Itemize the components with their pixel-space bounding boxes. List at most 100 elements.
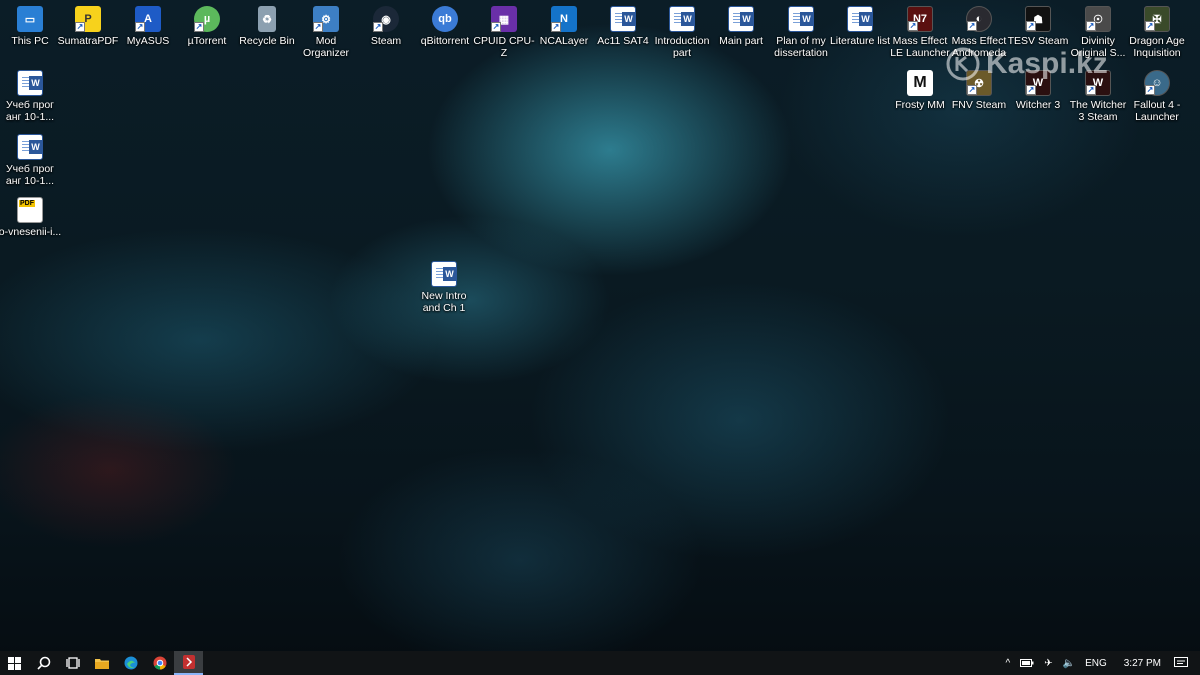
utorrent-icon: µ ↗: [194, 6, 220, 32]
divinity-icon: ☉ ↗: [1085, 6, 1111, 32]
desktop-icon-fnv-steam[interactable]: ☢ ↗ FNV Steam: [949, 66, 1009, 128]
icon-label: SumatraPDF: [57, 35, 119, 47]
steam-icon: ◉ ↗: [373, 6, 399, 32]
word-doc-icon: [847, 6, 873, 32]
desktop-icon-steam[interactable]: ◉ ↗ Steam: [356, 2, 416, 64]
system-tray: ^ ✈ 🔈 ENG 3:27 PM: [1001, 651, 1200, 675]
qbittorrent-icon: qb: [432, 6, 458, 32]
desktop-icon-ucheb-prog-2[interactable]: Учеб прог анг 10-1...: [0, 130, 60, 192]
icon-label: New Intro and Ch 1: [421, 290, 467, 314]
desktop-icon-utorrent[interactable]: µ ↗ µTorrent: [177, 2, 237, 64]
skyrim-icon: ☗ ↗: [1025, 6, 1051, 32]
mass-effect-le-icon: N7 ↗: [907, 6, 933, 32]
desktop-icon-dragon-age[interactable]: ✠ ↗ Dragon Age Inquisition: [1127, 2, 1187, 64]
word-doc-icon: [788, 6, 814, 32]
mod-organizer-icon: ⚙ ↗: [313, 6, 339, 32]
icon-label: TESV Steam: [1007, 35, 1069, 47]
mass-effect-andromeda-icon: ◐ ↗: [966, 6, 992, 32]
icon-label: NCALayer: [539, 35, 589, 47]
icon-label: Plan of my dissertation: [774, 35, 828, 59]
fallout4-icon: ☺ ↗: [1144, 70, 1170, 96]
witcher-icon: W ↗: [1085, 70, 1111, 96]
desktop-icon-ncalayer[interactable]: N ↗ NCALayer: [534, 2, 594, 64]
dragon-age-icon: ✠ ↗: [1144, 6, 1170, 32]
desktop-icon-this-pc[interactable]: ▭ This PC: [0, 2, 60, 64]
desktop-icon-sumatrapdf[interactable]: P ↗ SumatraPDF: [58, 2, 118, 64]
myasus-icon: A ↗: [135, 6, 161, 32]
desktop-icon-o-vnesenii[interactable]: o-vnesenii-i...: [0, 193, 62, 255]
icon-label: The Witcher 3 Steam: [1069, 99, 1127, 123]
icon-label: Steam: [370, 35, 402, 47]
word-doc-icon: [17, 134, 43, 160]
desktop-icon-cpuz[interactable]: ▦ ↗ CPUID CPU-Z: [473, 2, 535, 64]
desktop-icon-recycle-bin[interactable]: ♻ Recycle Bin: [237, 2, 297, 64]
network-icon[interactable]: ✈: [1044, 658, 1052, 669]
clock[interactable]: 3:27 PM: [1124, 658, 1161, 669]
icon-label: Divinity Original S...: [1070, 35, 1126, 59]
desktop-icon-mass-effect-le[interactable]: N7 ↗ Mass Effect LE Launcher: [890, 2, 950, 64]
desktop-icon-tesv-steam[interactable]: ☗ ↗ TESV Steam: [1008, 2, 1068, 64]
start-button[interactable]: [0, 651, 29, 675]
desktop-icon-myasus[interactable]: A ↗ MyASUS: [118, 2, 178, 64]
icon-label: Ac11 SAT4: [597, 35, 649, 47]
file-explorer-icon: [94, 659, 109, 669]
witcher-icon: W ↗: [1025, 70, 1051, 96]
icon-label: qBittorrent: [420, 35, 470, 47]
taskbar-chrome[interactable]: [145, 651, 174, 675]
task-view-button[interactable]: [58, 651, 87, 675]
edge-icon: [124, 656, 137, 670]
language-indicator[interactable]: ENG: [1085, 658, 1107, 669]
icon-label: Mass Effect Andromeda: [951, 35, 1007, 59]
task-view-icon: [65, 657, 80, 669]
icon-label: Учеб прог анг 10-1...: [5, 163, 55, 187]
word-doc-icon: [431, 261, 457, 287]
pdf-doc-icon: [17, 197, 43, 223]
desktop-icon-ucheb-prog-1[interactable]: Учеб прог анг 10-1...: [0, 66, 60, 128]
icon-label: Frosty MM: [895, 99, 945, 111]
battery-icon[interactable]: [1020, 659, 1034, 667]
search-button[interactable]: [29, 651, 58, 675]
chevron-up-icon[interactable]: ^: [1006, 658, 1011, 669]
ncalayer-icon: N ↗: [551, 6, 577, 32]
taskbar-file-explorer[interactable]: [87, 651, 116, 675]
desktop-icon-mod-organizer[interactable]: ⚙ ↗ Mod Organizer: [296, 2, 356, 64]
taskbar-active-app[interactable]: [174, 651, 203, 675]
icon-label: Main part: [719, 35, 763, 47]
desktop-icon-literature-list[interactable]: Literature list: [830, 2, 890, 64]
desktop-icon-ac11-sat4[interactable]: Ac11 SAT4: [593, 2, 653, 64]
icon-label: Fallout 4 - Launcher: [1133, 99, 1181, 123]
this-pc-icon: ▭: [17, 6, 43, 32]
desktop-icon-mass-effect-andromeda[interactable]: ◐ ↗ Mass Effect Andromeda: [949, 2, 1009, 64]
icon-label: MyASUS: [126, 35, 170, 47]
desktop-icon-main-part[interactable]: Main part: [711, 2, 771, 64]
word-doc-icon: [610, 6, 636, 32]
icon-label: This PC: [11, 35, 49, 47]
desktop-icon-witcher3[interactable]: W ↗ Witcher 3: [1008, 66, 1068, 128]
desktop-icon-new-intro[interactable]: New Intro and Ch 1: [414, 257, 474, 319]
fallout-nv-icon: ☢ ↗: [966, 70, 992, 96]
icon-label: o-vnesenii-i...: [0, 226, 62, 238]
notifications-icon[interactable]: [1174, 657, 1188, 669]
desktop-icon-divinity[interactable]: ☉ ↗ Divinity Original S...: [1068, 2, 1128, 64]
icon-label: Literature list: [829, 35, 891, 47]
search-icon: [36, 656, 50, 670]
icon-label: Introduction part: [654, 35, 710, 59]
app-icon: [182, 655, 195, 669]
desktop-icon-introduction-part[interactable]: Introduction part: [652, 2, 712, 64]
taskbar-edge[interactable]: [116, 651, 145, 675]
icon-label: Recycle Bin: [239, 35, 295, 47]
word-doc-icon: [728, 6, 754, 32]
icon-label: FNV Steam: [951, 99, 1007, 111]
icon-label: Witcher 3: [1015, 99, 1061, 111]
desktop[interactable]: ▭ This PC P ↗ SumatraPDF A ↗ MyASUS µ ↗ µTo…: [0, 0, 1200, 651]
taskbar: ^ ✈ 🔈 ENG 3:27 PM: [0, 651, 1200, 675]
desktop-icon-frosty-mm[interactable]: M Frosty MM: [890, 66, 950, 128]
desktop-icon-fallout4[interactable]: ☺ ↗ Fallout 4 - Launcher: [1127, 66, 1187, 128]
desktop-icon-plan-of-dissertation[interactable]: Plan of my dissertation: [771, 2, 831, 64]
icon-label: Dragon Age Inquisition: [1129, 35, 1185, 59]
icon-label: µTorrent: [187, 35, 227, 47]
volume-icon[interactable]: 🔈: [1063, 658, 1075, 669]
desktop-icon-witcher3-steam[interactable]: W ↗ The Witcher 3 Steam: [1068, 66, 1128, 128]
windows-logo-icon: [8, 656, 21, 670]
desktop-icon-qbittorrent[interactable]: qb qBittorrent: [415, 2, 475, 64]
